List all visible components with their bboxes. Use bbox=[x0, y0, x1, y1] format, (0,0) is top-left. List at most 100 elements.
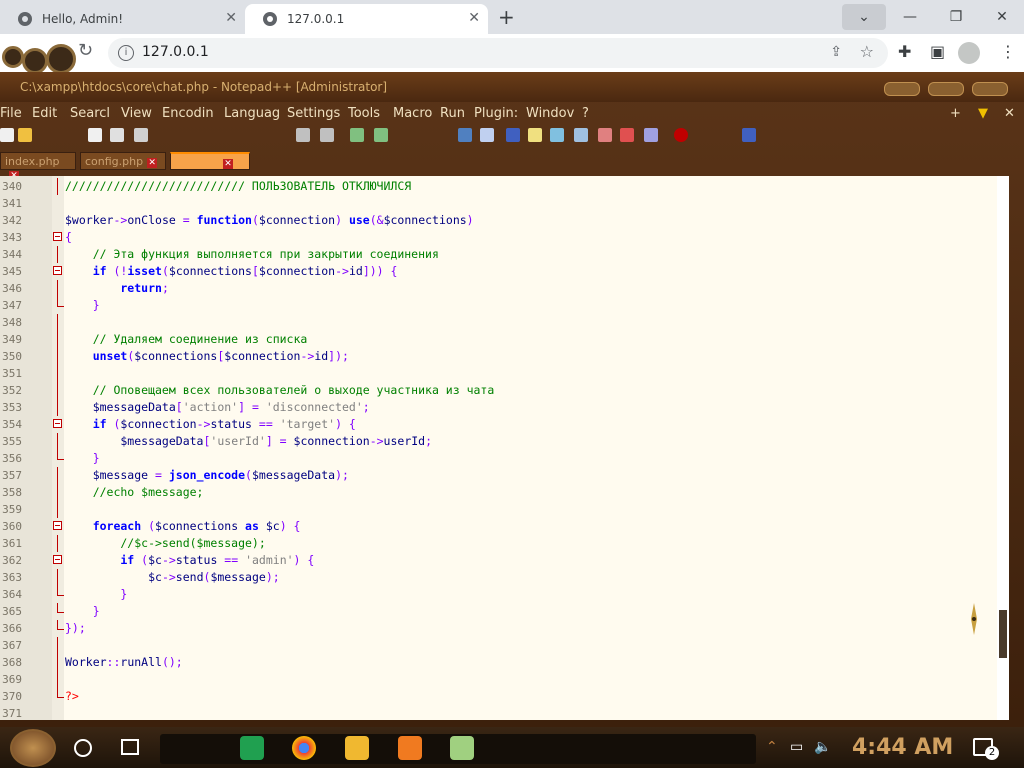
start-recording-icon[interactable] bbox=[674, 128, 688, 142]
eye-icon[interactable] bbox=[644, 128, 658, 142]
tab-search-button[interactable]: ⌄ bbox=[842, 4, 886, 30]
run-macro-icon[interactable] bbox=[742, 128, 756, 142]
notepad-plus-plus-icon[interactable] bbox=[450, 736, 474, 760]
file-explorer-icon[interactable] bbox=[345, 736, 369, 760]
close-icon[interactable]: ✕ bbox=[223, 159, 233, 169]
code-line[interactable]: 350 unset($connections[$connection->id])… bbox=[0, 348, 997, 365]
code-line[interactable]: 343 { bbox=[0, 229, 997, 246]
fold-toggle-icon[interactable] bbox=[53, 521, 62, 530]
code-line[interactable]: 355 $messageData['userId'] = $connection… bbox=[0, 433, 997, 450]
doc-tab-index[interactable]: index.php✕ bbox=[0, 152, 76, 181]
clock[interactable]: 4:44 AM bbox=[852, 735, 953, 760]
minimize-button[interactable] bbox=[884, 82, 920, 96]
close-icon[interactable]: ✕ bbox=[147, 158, 158, 168]
fold-toggle-icon[interactable] bbox=[53, 555, 62, 564]
menu-icon[interactable]: ⋮ bbox=[1000, 42, 1016, 61]
show-all-chars-icon[interactable] bbox=[480, 128, 494, 142]
chat-app-icon[interactable] bbox=[240, 736, 264, 760]
menu-edit[interactable]: Edit bbox=[32, 106, 57, 121]
info-icon[interactable]: i bbox=[118, 45, 134, 61]
code-line[interactable]: 352 // Оповещаем всех пользователей о вы… bbox=[0, 382, 997, 399]
code-line[interactable]: 357 $message = json_encode($messageData)… bbox=[0, 467, 997, 484]
minimize-button[interactable]: — bbox=[888, 4, 932, 30]
code-line[interactable]: 361 //$c->send($message); bbox=[0, 535, 997, 552]
code-line[interactable]: 369 bbox=[0, 671, 997, 688]
menu-window[interactable]: Windov bbox=[526, 106, 574, 121]
menu-tools[interactable]: Tools bbox=[348, 106, 380, 121]
code-line[interactable]: 358 //echo $message; bbox=[0, 484, 997, 501]
close-icon[interactable] bbox=[88, 128, 102, 142]
code-line[interactable]: 346 return; bbox=[0, 280, 997, 297]
fold-toggle-icon[interactable] bbox=[53, 266, 62, 275]
code-line[interactable]: 348 bbox=[0, 314, 997, 331]
code-line[interactable]: 367 bbox=[0, 637, 997, 654]
menu-file[interactable]: File bbox=[0, 106, 22, 121]
dropdown-icon[interactable]: ▼ bbox=[978, 106, 988, 121]
record-macro-icon[interactable] bbox=[620, 128, 634, 142]
doc-tab-chat-active[interactable]: ✕ bbox=[170, 152, 250, 170]
network-icon[interactable]: ▭ bbox=[790, 739, 803, 755]
code-line[interactable]: 368 Worker::runAll(); bbox=[0, 654, 997, 671]
address-bar[interactable]: i 127.0.0.1 ⇪ ☆ bbox=[108, 38, 888, 68]
fold-toggle-icon[interactable] bbox=[53, 232, 62, 241]
browser-tab-localhost[interactable]: 127.0.0.1 ✕ bbox=[245, 4, 488, 34]
open-file-icon[interactable] bbox=[18, 128, 32, 142]
code-line[interactable]: 347 } bbox=[0, 297, 997, 314]
menu-search[interactable]: Searcl bbox=[70, 106, 110, 121]
extensions-icon[interactable]: ✚ bbox=[898, 42, 911, 61]
menu-help[interactable]: ? bbox=[582, 106, 589, 121]
volume-muted-icon[interactable]: 🔈 bbox=[814, 739, 831, 755]
code-line[interactable]: 371 bbox=[0, 705, 997, 722]
code-line[interactable]: 360 foreach ($connections as $c) { bbox=[0, 518, 997, 535]
code-line[interactable]: 364 } bbox=[0, 586, 997, 603]
code-line[interactable]: 342 $worker->onClose = function($connecti… bbox=[0, 212, 997, 229]
browser-tab-hello-admin[interactable]: Hello, Admin! ✕ bbox=[0, 4, 245, 34]
tray-overflow-icon[interactable]: ⌃ bbox=[766, 739, 778, 755]
close-doc-icon[interactable]: ✕ bbox=[1004, 106, 1015, 121]
replace-icon[interactable] bbox=[320, 128, 334, 142]
code-line[interactable]: 362 if ($c->status == 'admin') { bbox=[0, 552, 997, 569]
menu-plugins[interactable]: Plugin: bbox=[474, 106, 518, 121]
zoom-out-icon[interactable] bbox=[374, 128, 388, 142]
function-list-icon[interactable] bbox=[550, 128, 564, 142]
menu-settings[interactable]: Settings bbox=[287, 106, 340, 121]
side-panel-icon[interactable]: ▣ bbox=[930, 42, 945, 61]
code-line[interactable]: 345 if (!isset($connections[$connection-… bbox=[0, 263, 997, 280]
code-line[interactable]: 349 // Удаляем соединение из списка bbox=[0, 331, 997, 348]
new-tab-button[interactable]: + bbox=[498, 5, 515, 29]
task-view-icon[interactable] bbox=[121, 739, 139, 755]
close-all-icon[interactable] bbox=[110, 128, 124, 142]
code-line[interactable]: 359 bbox=[0, 501, 997, 518]
sync-scroll-icon[interactable] bbox=[458, 128, 472, 142]
print-icon[interactable] bbox=[134, 128, 148, 142]
notification-icon[interactable]: 2 bbox=[973, 738, 999, 760]
doc-tab-config[interactable]: config.php ✕ bbox=[80, 152, 166, 170]
menu-run[interactable]: Run bbox=[440, 106, 465, 121]
maximize-button[interactable] bbox=[928, 82, 964, 96]
reload-icon[interactable]: ↻ bbox=[78, 40, 93, 61]
menu-view[interactable]: View bbox=[121, 106, 152, 121]
profile-avatar[interactable] bbox=[958, 42, 980, 64]
add-icon[interactable]: + bbox=[950, 106, 961, 121]
restore-button[interactable]: ❐ bbox=[934, 4, 978, 30]
menu-macro[interactable]: Macro bbox=[393, 106, 432, 121]
indent-guide-icon[interactable] bbox=[506, 128, 520, 142]
code-line[interactable]: 340 ////////////////////////// ПОЛЬЗОВАТЕ… bbox=[0, 178, 997, 195]
search-icon[interactable] bbox=[74, 739, 92, 757]
scrollbar-thumb[interactable] bbox=[999, 610, 1007, 658]
url-text[interactable]: 127.0.0.1 bbox=[142, 44, 209, 60]
code-line[interactable]: 370 ?> bbox=[0, 688, 997, 705]
code-line[interactable]: 353 $messageData['action'] = 'disconnect… bbox=[0, 399, 997, 416]
bookmark-star-icon[interactable]: ☆ bbox=[860, 42, 874, 61]
code-line[interactable]: 344 // Эта функция выполняется при закры… bbox=[0, 246, 997, 263]
monitoring-icon[interactable] bbox=[598, 128, 612, 142]
zoom-in-icon[interactable] bbox=[350, 128, 364, 142]
close-icon[interactable]: ✕ bbox=[225, 10, 237, 26]
doc-map-icon[interactable] bbox=[528, 128, 542, 142]
code-line[interactable]: 341 bbox=[0, 195, 997, 212]
start-button[interactable] bbox=[10, 729, 56, 767]
find-icon[interactable] bbox=[296, 128, 310, 142]
code-line[interactable]: 365 } bbox=[0, 603, 997, 620]
code-line[interactable]: 356 } bbox=[0, 450, 997, 467]
xampp-icon[interactable] bbox=[398, 736, 422, 760]
